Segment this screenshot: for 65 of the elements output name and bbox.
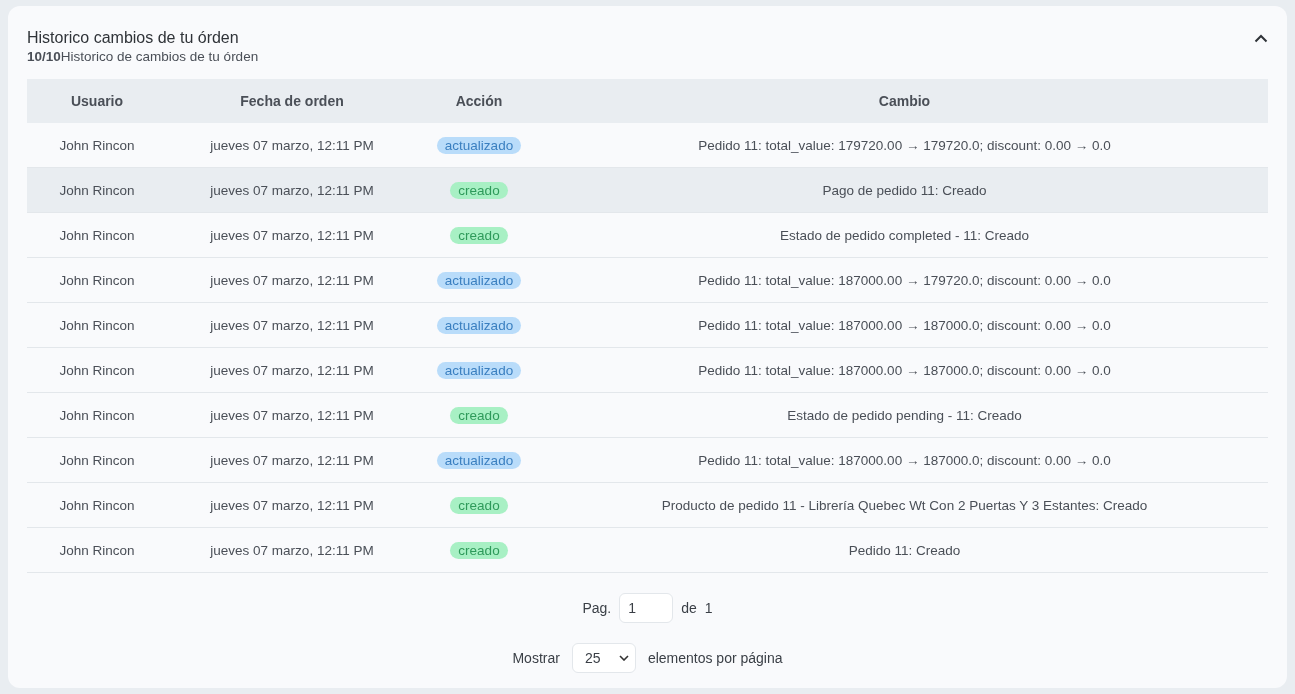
table-cell-text: John Rincon: [58, 136, 136, 155]
caret-icon: [618, 655, 629, 661]
of-label: de: [681, 600, 697, 616]
table-cell-text: jueves 07 marzo, 12:11 PM: [209, 226, 375, 245]
table-cell-text: Producto de pedido 11 - Librería Quebec Wt Con 2 Puertas Y 3 Estantes: Creado: [660, 496, 1149, 515]
table-cell-text: jueves 07 marzo, 12:11 PM: [209, 271, 375, 290]
table-cell-text: Pedido 11: Creado: [847, 541, 962, 560]
column-header: Cambio: [541, 79, 1268, 123]
action-badge: creado: [450, 181, 508, 199]
table-row[interactable]: John Rincon jueves 07 marzo, 12:11 PM actualizado Pedido 11: total_value: 187000.00 → 187000.0; discount: 0.00 → 0.0: [27, 348, 1268, 393]
table-cell-text: jueves 07 marzo, 12:11 PM: [209, 496, 375, 515]
table-cell-text: jueves 07 marzo, 12:11 PM: [209, 361, 375, 380]
table-row[interactable]: John Rincon jueves 07 marzo, 12:11 PM creado Estado de pedido completed - 11: Creado: [27, 213, 1268, 258]
page-label: Pag.: [582, 600, 612, 616]
action-badge: creado: [450, 226, 508, 244]
action-badge: actualizado: [436, 271, 522, 289]
table-cell-text: jueves 07 marzo, 12:11 PM: [209, 316, 375, 335]
table-cell-text: John Rincon: [58, 271, 136, 290]
table-cell-text: John Rincon: [58, 316, 136, 335]
table-cell-text: jueves 07 marzo, 12:11 PM: [209, 451, 375, 470]
table-cell-text: Pedido 11: total_value: 187000.00 → 179720.0; discount: 0.00 → 0.0: [697, 271, 1112, 290]
collapse-button[interactable]: [1254, 34, 1268, 43]
table-row[interactable]: John Rincon jueves 07 marzo, 12:11 PM creado Producto de pedido 11 - Librería Quebec Wt Con 2 Puertas Y 3 Estantes: Creado: [27, 483, 1268, 528]
table-cell-text: Pago de pedido 11: Creado: [821, 181, 988, 200]
table-cell-text: John Rincon: [58, 541, 136, 560]
table-cell-text: John Rincon: [58, 181, 136, 200]
action-badge: actualizado: [436, 136, 522, 154]
column-header: Fecha de orden: [167, 79, 417, 123]
table-cell-text: John Rincon: [58, 451, 136, 470]
table-cell-text: Pedido 11: total_value: 187000.00 → 187000.0; discount: 0.00 → 0.0: [697, 361, 1112, 380]
action-badge: actualizado: [436, 451, 522, 469]
table-cell-text: John Rincon: [58, 496, 136, 515]
table-cell-text: jueves 07 marzo, 12:11 PM: [209, 541, 375, 560]
table-cell-text: John Rincon: [58, 361, 136, 380]
table-row[interactable]: John Rincon jueves 07 marzo, 12:11 PM creado Pago de pedido 11: Creado: [27, 168, 1268, 213]
panel-title: Historico cambios de tu órden: [27, 28, 240, 48]
table-cell-text: Pedido 11: total_value: 187000.00 → 187000.0; discount: 0.00 → 0.0: [697, 451, 1112, 470]
table-row[interactable]: John Rincon jueves 07 marzo, 12:11 PM actualizado Pedido 11: total_value: 187000.00 → 187000.0; discount: 0.00 → 0.0: [27, 303, 1268, 348]
table-cell-text: jueves 07 marzo, 12:11 PM: [209, 136, 375, 155]
table-cell-text: Pedido 11: total_value: 179720.00 → 179720.0; discount: 0.00 → 0.0: [697, 136, 1112, 155]
table-row[interactable]: John Rincon jueves 07 marzo, 12:11 PM creado Estado de pedido pending - 11: Creado: [27, 393, 1268, 438]
table-cell-text: John Rincon: [58, 226, 136, 245]
total-pages: 1: [704, 600, 713, 616]
page-input[interactable]: 1: [619, 593, 674, 623]
action-badge: actualizado: [436, 361, 522, 379]
table-row[interactable]: John Rincon jueves 07 marzo, 12:11 PM actualizado Pedido 11: total_value: 187000.00 → 187000.0; discount: 0.00 → 0.0: [27, 438, 1268, 483]
panel-subtitle: 10/10Historico de cambios de tu órden: [27, 48, 259, 66]
action-badge: creado: [450, 541, 508, 559]
table-row[interactable]: John Rincon jueves 07 marzo, 12:11 PM actualizado Pedido 11: total_value: 187000.00 → 179720.0; discount: 0.00 → 0.0: [27, 258, 1268, 303]
action-badge: actualizado: [436, 316, 522, 334]
table-row[interactable]: John Rincon jueves 07 marzo, 12:11 PM creado Pedido 11: Creado: [27, 528, 1268, 573]
table-cell-text: jueves 07 marzo, 12:11 PM: [209, 181, 375, 200]
chevron-icon: [1254, 34, 1268, 43]
action-badge: creado: [450, 496, 508, 514]
table-cell-text: Estado de pedido pending - 11: Creado: [786, 406, 1023, 425]
table-cell-text: jueves 07 marzo, 12:11 PM: [209, 406, 375, 425]
column-header: Acción: [417, 79, 541, 123]
page-size-select[interactable]: 25: [571, 643, 636, 673]
table-cell-text: Estado de pedido completed - 11: Creado: [779, 226, 1030, 245]
table-cell-text: John Rincon: [58, 406, 136, 425]
table-cell-text: Pedido 11: total_value: 187000.00 → 187000.0; discount: 0.00 → 0.0: [697, 316, 1112, 335]
action-badge: creado: [450, 406, 508, 424]
show-label: Mostrar: [512, 650, 560, 666]
per-page-label: elementos por página: [647, 650, 783, 666]
column-header: Usuario: [27, 79, 167, 123]
